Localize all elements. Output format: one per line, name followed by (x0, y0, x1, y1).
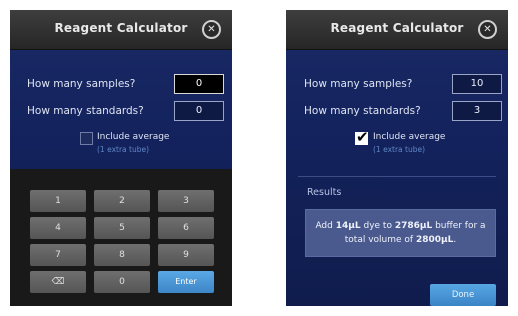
results-text-mid: dye to (360, 221, 395, 231)
close-icon[interactable]: ✕ (478, 20, 497, 39)
section-divider (298, 176, 496, 177)
key-5[interactable]: 5 (94, 217, 150, 239)
results-heading: Results (307, 187, 342, 198)
key-1[interactable]: 1 (30, 190, 86, 212)
include-average-sublabel: (1 extra tube) (97, 145, 150, 154)
total-volume: 2800µL (415, 235, 454, 245)
window-title: Reagent Calculator (54, 21, 188, 35)
dye-volume: 14µL (335, 221, 361, 231)
title-bar: Reagent Calculator ✕ (10, 10, 232, 50)
backspace-key[interactable]: ⌫ (30, 271, 86, 293)
samples-input[interactable]: 0 (174, 74, 224, 94)
samples-label: How many samples? (304, 78, 413, 90)
standards-label: How many standards? (27, 105, 144, 117)
key-2[interactable]: 2 (94, 190, 150, 212)
reagent-calculator-screen-results: Reagent Calculator ✕ How many samples? 1… (286, 10, 508, 306)
samples-label: How many samples? (27, 78, 136, 90)
window-title: Reagent Calculator (330, 21, 464, 35)
standards-input[interactable]: 3 (452, 101, 502, 121)
results-text-prefix: Add (315, 221, 336, 231)
title-bar: Reagent Calculator ✕ (286, 10, 508, 50)
results-text-suffix: . (453, 235, 457, 245)
key-8[interactable]: 8 (94, 244, 150, 266)
include-average-label: Include average (97, 132, 170, 142)
key-0[interactable]: 0 (94, 271, 150, 293)
buffer-volume: 2786µL (394, 221, 433, 231)
reagent-calculator-screen-keypad: Reagent Calculator ✕ How many samples? 0… (10, 10, 232, 306)
key-3[interactable]: 3 (158, 190, 214, 212)
key-4[interactable]: 4 (30, 217, 86, 239)
checkmark-icon: ✔ (356, 128, 369, 146)
include-average-label: Include average (373, 132, 446, 142)
include-average-sublabel: (1 extra tube) (373, 145, 426, 154)
results-message: Add 14µL dye to 2786µL buffer for a tota… (305, 209, 496, 257)
include-average-checkbox[interactable]: ✔ (355, 128, 369, 146)
numeric-keypad: 1 2 3 4 5 6 7 8 9 ⌫ 0 Enter (10, 169, 232, 306)
enter-key[interactable]: Enter (158, 271, 214, 293)
backspace-icon: ⌫ (51, 277, 65, 287)
key-6[interactable]: 6 (158, 217, 214, 239)
done-button[interactable]: Done (430, 284, 496, 306)
standards-label: How many standards? (304, 105, 421, 117)
close-icon[interactable]: ✕ (202, 20, 221, 39)
standards-input[interactable]: 0 (174, 101, 224, 121)
key-9[interactable]: 9 (158, 244, 214, 266)
include-average-checkbox[interactable] (80, 132, 93, 145)
samples-input[interactable]: 10 (452, 74, 502, 94)
key-7[interactable]: 7 (30, 244, 86, 266)
